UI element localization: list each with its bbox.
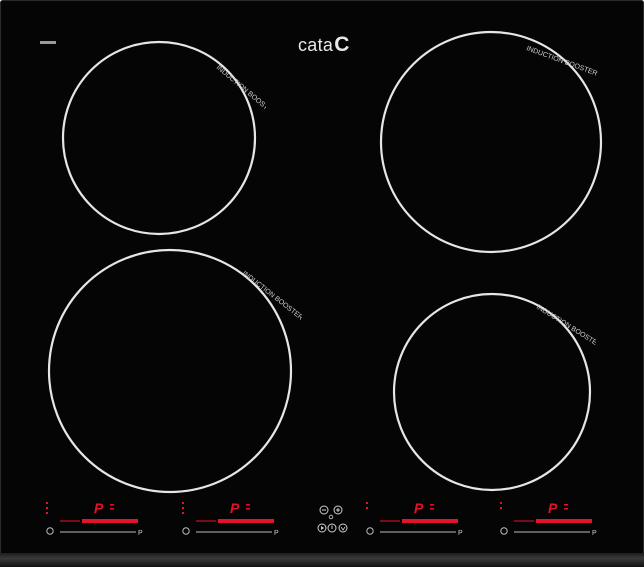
power-display: P xyxy=(548,500,558,516)
timer-icon[interactable] xyxy=(46,527,54,535)
max-level-label: P xyxy=(274,530,279,537)
power-slider[interactable] xyxy=(196,519,274,523)
max-level-label: P xyxy=(592,530,597,537)
cooking-zone-top-right: INDUCTION BOOSTER xyxy=(379,30,603,254)
model-badge xyxy=(40,41,56,44)
zone-control-panel-4[interactable]: P P xyxy=(496,498,608,538)
power-slider[interactable] xyxy=(380,519,458,523)
power-slider[interactable] xyxy=(60,519,138,523)
central-controls xyxy=(317,505,348,533)
zone-label: INDUCTION BOOSTER xyxy=(241,270,302,322)
clock-icon xyxy=(328,514,334,520)
power-display: P xyxy=(414,500,424,516)
power-display: P xyxy=(94,500,104,516)
zone-label: INDUCTION BOOSTER xyxy=(525,45,598,77)
cooking-zone-bottom-right: INDUCTION BOOSTER xyxy=(392,292,596,492)
zone-control-panel-2[interactable]: P P xyxy=(178,498,290,538)
timer-minus-button[interactable] xyxy=(319,505,329,515)
power-display: P xyxy=(230,500,240,516)
play-button[interactable] xyxy=(317,523,327,533)
power-button[interactable] xyxy=(327,523,337,533)
zone-label: INDUCTION BOOSTER xyxy=(535,304,596,350)
brand-name: cata xyxy=(298,34,334,55)
max-level-label: P xyxy=(138,530,143,537)
power-slider[interactable] xyxy=(514,519,592,523)
brand-logo-mark: C xyxy=(334,33,350,56)
timer-icon[interactable] xyxy=(500,527,508,535)
zone-control-panel-3[interactable]: P P xyxy=(362,498,474,538)
timer-icon[interactable] xyxy=(366,527,374,535)
timer-plus-button[interactable] xyxy=(333,505,343,515)
timer-icon[interactable] xyxy=(182,527,190,535)
frame-edge xyxy=(0,553,644,567)
cooking-zone-bottom-left: INDUCTION BOOSTER xyxy=(47,248,302,494)
zone-label: INDUCTION BOOSTER xyxy=(215,64,266,118)
brand-logo: cata C xyxy=(298,32,368,58)
induction-cooktop: cata C INDUCTION BOOSTER INDUCTION BOOST… xyxy=(0,0,644,567)
cooking-zone-top-left: INDUCTION BOOSTER xyxy=(61,40,266,236)
zone-control-panel-1[interactable]: P P xyxy=(42,498,154,538)
max-level-label: P xyxy=(458,530,463,537)
lock-button[interactable] xyxy=(338,523,348,533)
